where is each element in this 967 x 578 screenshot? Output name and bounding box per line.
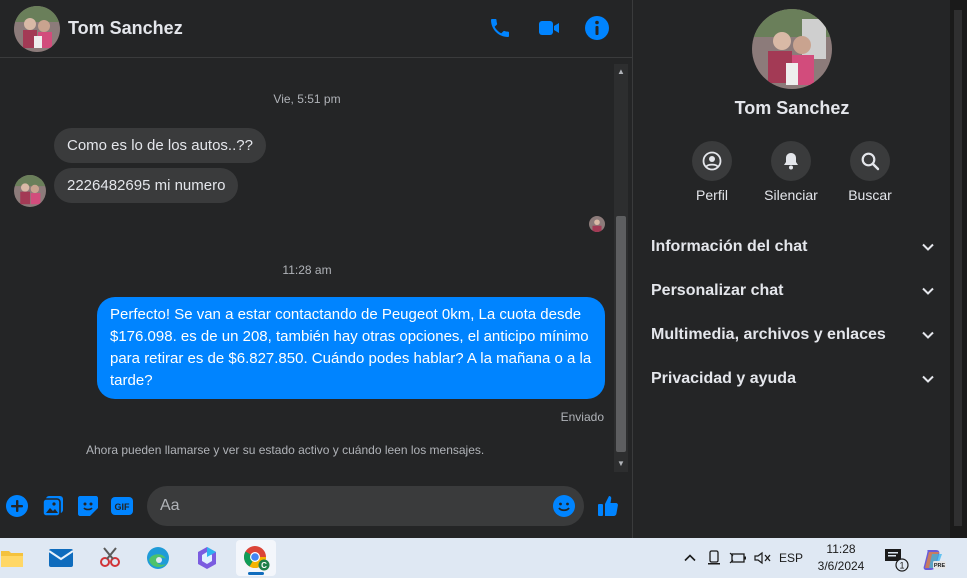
chevron-down-icon	[922, 287, 934, 295]
photo-icon[interactable]	[41, 494, 65, 518]
language-indicator[interactable]: ESP	[776, 548, 806, 568]
gif-icon[interactable]: GIF	[110, 494, 134, 518]
chat-header: Tom Sanchez	[0, 0, 632, 58]
section-privacy-help[interactable]: Privacidad y ayuda	[651, 364, 935, 394]
profile-label: Perfil	[696, 187, 728, 203]
profile-icon	[692, 141, 732, 181]
chat-panel: Tom Sanchez Vie, 5:51 pm Como es lo de l…	[0, 0, 632, 538]
file-explorer-icon[interactable]	[0, 540, 32, 576]
active-app-indicator	[248, 572, 264, 575]
message-timestamp: Vie, 5:51 pm	[273, 92, 341, 106]
edge-icon[interactable]	[138, 540, 178, 576]
scroll-thumb[interactable]	[616, 216, 626, 452]
like-icon[interactable]	[596, 494, 620, 518]
chrome-icon[interactable]: C	[236, 540, 276, 576]
section-customize-chat[interactable]: Personalizar chat	[651, 276, 935, 306]
bell-icon	[771, 141, 811, 181]
incoming-message[interactable]: Como es lo de los autos..??	[54, 128, 266, 163]
notifications-icon[interactable]: 1	[882, 546, 910, 572]
svg-text:GIF: GIF	[115, 502, 131, 512]
search-label: Buscar	[848, 187, 892, 203]
meet-now-icon[interactable]	[704, 548, 724, 568]
sticker-icon[interactable]	[76, 494, 100, 518]
windows-taskbar: C ESP 11:28 3/6/2024 1 PRE	[0, 538, 967, 578]
scroll-up-arrow-icon[interactable]: ▲	[616, 67, 626, 77]
contact-avatar[interactable]	[14, 6, 60, 52]
contact-name[interactable]: Tom Sanchez	[68, 18, 183, 39]
chevron-down-icon	[922, 243, 934, 251]
copilot-badge: PRE	[934, 563, 946, 569]
composer-bar: GIF	[0, 472, 632, 538]
message-timestamp: 11:28 am	[282, 263, 332, 277]
search-icon	[850, 141, 890, 181]
section-label: Privacidad y ayuda	[651, 370, 796, 387]
speaker-muted-icon[interactable]	[752, 548, 772, 568]
mail-icon[interactable]	[41, 540, 81, 576]
video-call-icon[interactable]	[536, 15, 562, 41]
chevron-down-icon	[922, 375, 934, 383]
window-scrollbar[interactable]	[950, 0, 967, 538]
search-button[interactable]: Buscar	[835, 141, 905, 203]
clock-date: 3/6/2024	[817, 559, 865, 573]
snipping-tool-icon[interactable]	[90, 540, 130, 576]
chat-notice: Ahora pueden llamarse y ver su estado ac…	[86, 443, 485, 457]
chrome-profile-badge: C	[261, 561, 267, 570]
incoming-message[interactable]: 2226482695 mi numero	[54, 168, 239, 203]
scroll-down-arrow-icon[interactable]: ▼	[616, 459, 626, 469]
chevron-down-icon	[922, 331, 934, 339]
message-status: Enviado	[560, 410, 604, 424]
section-label: Información del chat	[651, 238, 808, 255]
contact-avatar-large[interactable]	[752, 9, 832, 89]
emoji-icon[interactable]	[552, 494, 576, 518]
microsoft-365-icon[interactable]	[187, 540, 227, 576]
mute-label: Silenciar	[764, 187, 818, 203]
profile-button[interactable]: Perfil	[677, 141, 747, 203]
info-icon[interactable]	[584, 15, 610, 41]
message-list: Vie, 5:51 pm Como es lo de los autos..??…	[0, 58, 614, 472]
show-hidden-icons-chevron-up-icon[interactable]	[680, 548, 700, 568]
window-scroll-track[interactable]	[954, 10, 962, 526]
section-label: Multimedia, archivos y enlaces	[651, 326, 886, 343]
copilot-icon[interactable]: PRE	[920, 546, 948, 572]
chat-scrollbar[interactable]: ▲ ▼	[614, 64, 628, 472]
clock[interactable]: 11:28 3/6/2024	[810, 541, 872, 575]
section-media-files[interactable]: Multimedia, archivos y enlaces	[651, 320, 935, 350]
message-input[interactable]	[147, 486, 584, 526]
battery-icon[interactable]	[728, 548, 748, 568]
section-chat-info[interactable]: Información del chat	[651, 232, 935, 262]
app-window: Tom Sanchez Vie, 5:51 pm Como es lo de l…	[0, 0, 967, 578]
mute-button[interactable]: Silenciar	[756, 141, 826, 203]
conversation-info-panel: Tom Sanchez Perfil Silenciar Buscar Info…	[632, 0, 950, 538]
sender-avatar	[14, 175, 46, 207]
clock-time: 11:28	[826, 542, 856, 556]
phone-icon[interactable]	[487, 15, 513, 41]
section-label: Personalizar chat	[651, 282, 784, 299]
read-receipt-avatar	[589, 216, 605, 232]
contact-name-large: Tom Sanchez	[734, 98, 850, 118]
plus-icon[interactable]	[5, 494, 29, 518]
outgoing-message[interactable]: Perfecto! Se van a estar contactando de …	[97, 297, 605, 399]
notification-count: 1	[899, 561, 904, 571]
